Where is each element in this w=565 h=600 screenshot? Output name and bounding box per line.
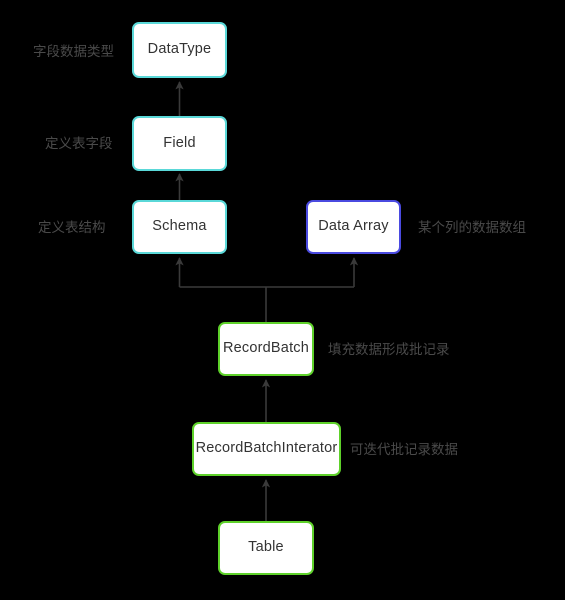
node-recordbatch[interactable]: RecordBatch [218,322,314,376]
node-data-array-label: Data Array [318,218,389,235]
node-table[interactable]: Table [218,521,314,575]
annotation-recordbatchinterator: 可迭代批记录数据 [350,442,458,457]
node-recordbatchinterator-label: RecordBatchInterator [195,440,338,457]
annotation-data-array: 某个列的数据数组 [418,220,526,235]
node-field[interactable]: Field [132,116,227,171]
node-datatype-label: DataType [147,41,212,58]
node-field-label: Field [163,134,196,151]
annotation-datatype: 字段数据类型 [33,44,114,59]
node-data-array[interactable]: Data Array [306,200,401,254]
node-recordbatch-label: RecordBatch [222,340,310,357]
node-datatype[interactable]: DataType [132,22,227,78]
node-recordbatchinterator[interactable]: RecordBatchInterator [192,422,341,476]
diagram-canvas: DataType Field Schema Data Array RecordB… [0,0,565,600]
node-schema-label: Schema [152,218,207,235]
node-schema[interactable]: Schema [132,200,227,254]
annotation-schema: 定义表结构 [38,220,106,235]
annotation-field: 定义表字段 [45,136,113,151]
node-table-label: Table [248,539,284,556]
annotation-recordbatch: 填充数据形成批记录 [328,342,450,357]
arrow-layer [175,81,359,521]
